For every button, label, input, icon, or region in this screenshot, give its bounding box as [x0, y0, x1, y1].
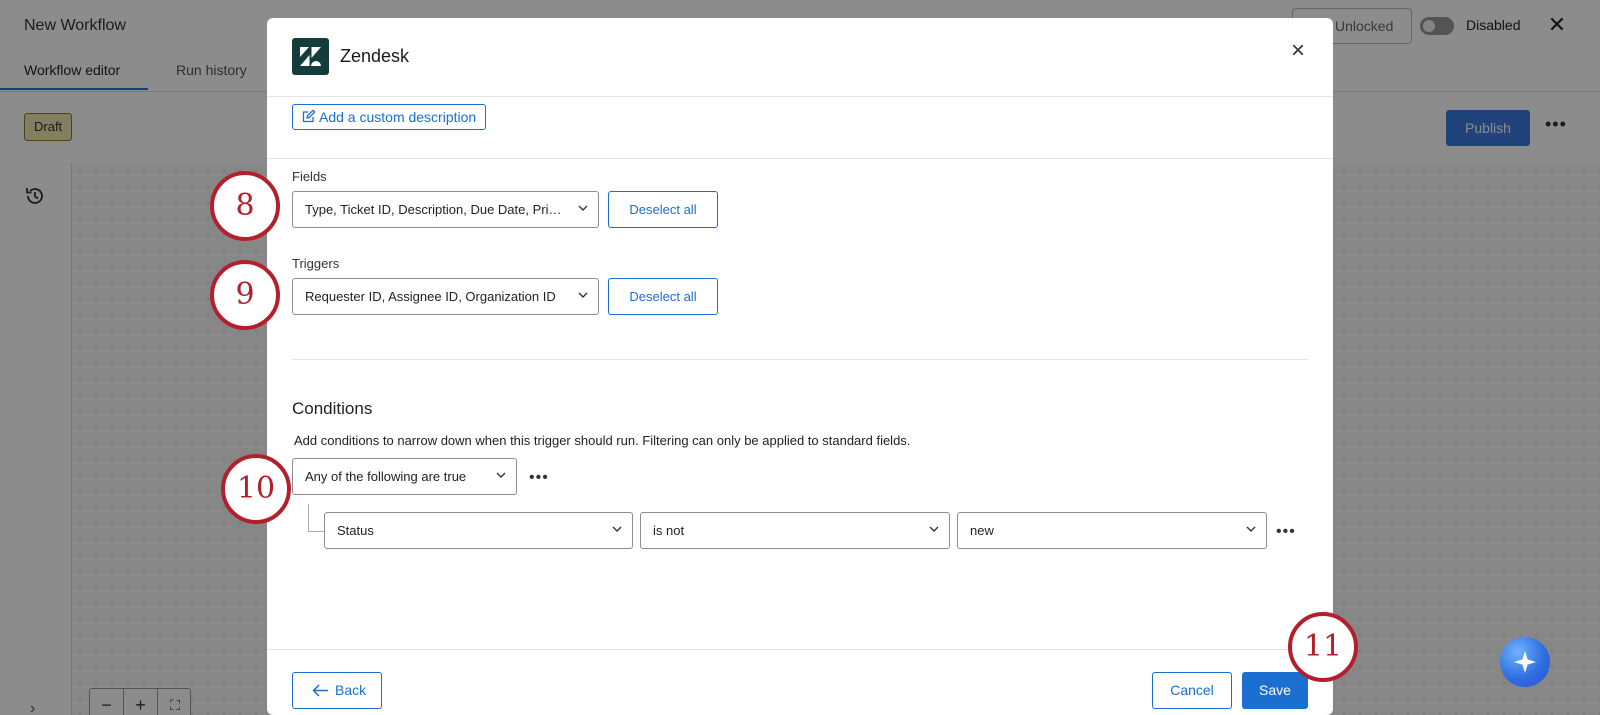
callout-10: 10 [221, 454, 291, 524]
fields-select-value: Type, Ticket ID, Description, Due Date, … [305, 202, 574, 217]
chevron-down-icon [929, 526, 939, 532]
dialog-title: Zendesk [340, 46, 410, 66]
edit-icon [302, 110, 315, 123]
save-button[interactable]: Save [1242, 672, 1308, 709]
zendesk-logo-icon [292, 38, 329, 75]
chevron-down-icon [578, 205, 588, 211]
description-bar: Add a custom description [267, 97, 1333, 159]
section-divider [292, 359, 1308, 360]
fields-label: Fields [292, 169, 327, 184]
conditions-title: Conditions [292, 399, 373, 418]
condition-value: new [970, 523, 994, 538]
zendesk-dialog: Zendesk × Add a custom description Field… [267, 18, 1333, 715]
callout-9: 9 [210, 260, 280, 330]
triggers-deselect-all-button[interactable]: Deselect all [608, 278, 718, 315]
arrow-left-icon [312, 684, 328, 697]
dialog-footer: Back Cancel Save [267, 649, 1333, 715]
condition-value-select[interactable]: new [957, 512, 1267, 549]
conditions-description: Add conditions to narrow down when this … [294, 433, 911, 448]
callout-11: 11 [1288, 612, 1358, 682]
callout-8: 8 [210, 171, 280, 241]
fields-deselect-all-button[interactable]: Deselect all [608, 191, 718, 228]
fields-select[interactable]: Type, Ticket ID, Description, Due Date, … [292, 191, 599, 228]
condition-operator-select[interactable]: is not [640, 512, 950, 549]
triggers-select[interactable]: Requester ID, Assignee ID, Organization … [292, 278, 599, 315]
add-custom-description-button[interactable]: Add a custom description [292, 104, 487, 130]
add-custom-description-label: Add a custom description [319, 109, 477, 125]
condition-field-select[interactable]: Status [324, 512, 633, 549]
back-button-label: Back [335, 682, 367, 698]
condition-operator-value: is not [653, 523, 685, 538]
cancel-button[interactable]: Cancel [1152, 672, 1232, 709]
sparkle-icon [1514, 651, 1536, 673]
chevron-down-icon [612, 526, 622, 532]
close-icon[interactable]: × [1287, 39, 1309, 63]
condition-tree-connector [308, 504, 324, 532]
triggers-label: Triggers [292, 256, 340, 271]
condition-group-operator-select[interactable]: Any of the following are true [292, 458, 517, 495]
chevron-down-icon [1246, 526, 1256, 532]
ai-assistant-button[interactable] [1500, 637, 1550, 687]
dialog-header: Zendesk × [267, 18, 1333, 97]
chevron-down-icon [496, 472, 506, 478]
group-operator-value: Any of the following are true [305, 469, 467, 484]
rule-more-options-icon[interactable]: ••• [1276, 524, 1296, 540]
condition-field-value: Status [337, 523, 374, 538]
triggers-select-value: Requester ID, Assignee ID, Organization … [305, 289, 556, 304]
group-more-options-icon[interactable]: ••• [529, 470, 549, 486]
back-button[interactable]: Back [292, 672, 382, 709]
chevron-down-icon [578, 292, 588, 298]
